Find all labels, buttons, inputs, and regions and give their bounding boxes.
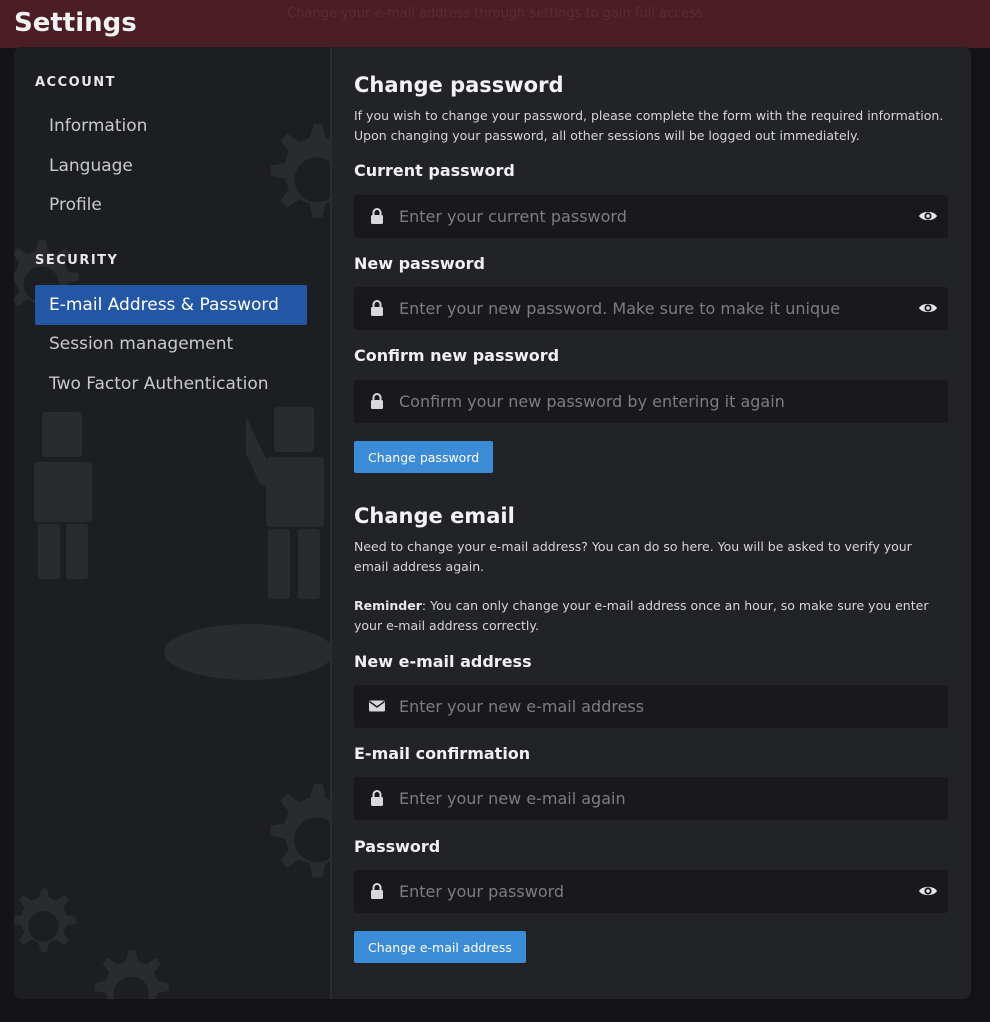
- security-heading: SECURITY: [35, 253, 119, 268]
- account-heading: ACCOUNT: [35, 75, 116, 90]
- cloud-decoration-icon: [164, 624, 330, 680]
- email-confirmation-input[interactable]: [399, 777, 899, 820]
- change-email-reminder: Reminder: You can only change your e-mai…: [354, 596, 948, 635]
- eye-icon[interactable]: [918, 882, 938, 900]
- character-decoration-icon: [246, 407, 324, 599]
- settings-panel: ACCOUNT Information Language Profile SEC…: [14, 47, 971, 999]
- eye-icon[interactable]: [918, 207, 938, 225]
- sidebar-item-two-factor[interactable]: Two Factor Authentication: [35, 364, 307, 404]
- change-email-description: Need to change your e-mail address? You …: [354, 539, 912, 574]
- page-title: Settings: [14, 8, 137, 38]
- email-confirmation-field: [354, 777, 948, 820]
- new-password-input[interactable]: [399, 287, 899, 330]
- email-password-input[interactable]: [399, 870, 899, 913]
- confirm-password-field: [354, 380, 948, 423]
- confirm-password-input[interactable]: [399, 380, 899, 423]
- settings-sidebar: ACCOUNT Information Language Profile SEC…: [14, 47, 332, 999]
- current-password-label: Current password: [354, 161, 515, 180]
- reminder-label: Reminder: [354, 598, 422, 613]
- banner-text: Change your e-mail address through setti…: [287, 6, 703, 21]
- sidebar-item-language[interactable]: Language: [35, 146, 307, 186]
- change-email-title: Change email: [354, 504, 515, 528]
- sidebar-item-profile[interactable]: Profile: [35, 185, 307, 225]
- reminder-text: : You can only change your e-mail addres…: [354, 598, 929, 633]
- notification-banner: Change your e-mail address through setti…: [0, 0, 990, 48]
- settings-content: Change password If you wish to change yo…: [354, 47, 948, 999]
- eye-icon[interactable]: [918, 299, 938, 317]
- confirm-password-label: Confirm new password: [354, 346, 560, 365]
- new-email-label: New e-mail address: [354, 652, 532, 671]
- sidebar-item-email-password[interactable]: E-mail Address & Password: [35, 285, 307, 325]
- gear-decoration-icon: [270, 783, 330, 878]
- sidebar-item-session-management[interactable]: Session management: [35, 324, 307, 364]
- new-password-label: New password: [354, 254, 486, 273]
- envelope-icon: [369, 700, 385, 712]
- current-password-field: [354, 195, 948, 238]
- lock-icon: [371, 883, 383, 899]
- change-password-description: If you wish to change your password, ple…: [354, 108, 944, 143]
- email-password-label: Password: [354, 837, 441, 856]
- new-email-input[interactable]: [399, 685, 899, 728]
- new-password-field: [354, 287, 948, 330]
- email-confirmation-label: E-mail confirmation: [354, 744, 531, 763]
- change-password-button[interactable]: Change password: [354, 441, 494, 473]
- gear-decoration-icon: [94, 950, 169, 999]
- new-email-field: [354, 685, 948, 728]
- character-decoration-icon: [34, 412, 92, 579]
- lock-icon: [371, 393, 383, 409]
- email-password-field: [354, 870, 948, 913]
- lock-icon: [371, 208, 383, 224]
- lock-icon: [371, 790, 383, 806]
- change-password-title: Change password: [354, 73, 564, 97]
- current-password-input[interactable]: [399, 195, 899, 238]
- sidebar-item-information[interactable]: Information: [35, 106, 307, 146]
- lock-icon: [371, 300, 383, 316]
- change-email-button[interactable]: Change e-mail address: [354, 931, 526, 963]
